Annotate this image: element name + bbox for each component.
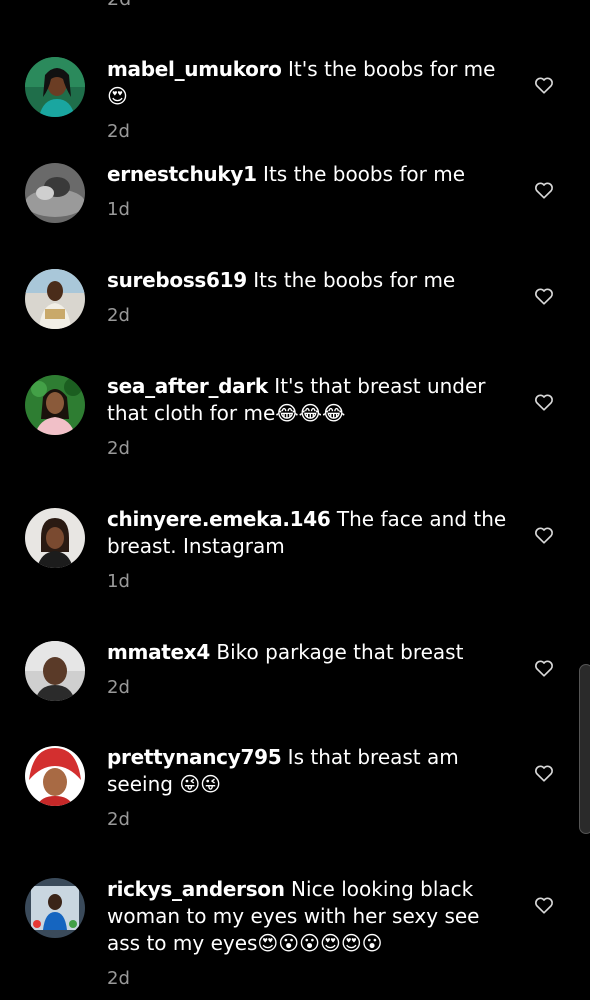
comment-time: 1d — [107, 571, 130, 592]
comment-time: 2d — [107, 677, 130, 698]
comment-text: mmatex4 Biko parkage that breast — [107, 639, 512, 666]
avatar[interactable] — [25, 375, 85, 435]
like-button[interactable] — [533, 762, 555, 784]
comment-text: chinyere.emeka.146 The face and the brea… — [107, 506, 512, 560]
comment-username[interactable]: ernestchuky1 — [107, 162, 257, 186]
like-button[interactable] — [533, 391, 555, 413]
heart-outline-icon — [535, 77, 553, 94]
like-button[interactable] — [533, 894, 555, 916]
heart-outline-icon — [535, 765, 553, 782]
comment-time: 2d — [107, 809, 130, 830]
comment-body: mmatex4 Biko parkage that breast 2d — [107, 639, 512, 699]
comment-time: 1d — [107, 199, 130, 220]
heart-outline-icon — [535, 288, 553, 305]
comment-text: rickys_anderson Nice looking black woman… — [107, 876, 512, 957]
comment-body: sureboss619 Its the boobs for me 2d — [107, 267, 512, 327]
comment-username[interactable]: sureboss619 — [107, 268, 247, 292]
like-button[interactable] — [533, 179, 555, 201]
comment-time: 2d — [107, 305, 130, 326]
heart-outline-icon — [535, 394, 553, 411]
like-button[interactable] — [533, 74, 555, 96]
like-button[interactable] — [533, 657, 555, 679]
comment-body: mabel_umukoro It's the boobs for me😍 2d — [107, 56, 512, 143]
comment-time: 2d — [107, 968, 130, 989]
comment-body: sea_after_dark It's that breast under th… — [107, 373, 512, 460]
avatar[interactable] — [25, 878, 85, 938]
avatar[interactable] — [25, 508, 85, 568]
avatar[interactable] — [25, 57, 85, 117]
comment-username[interactable]: prettynancy795 — [107, 745, 282, 769]
comment-text: prettynancy795 Is that breast am seeing … — [107, 744, 512, 798]
comment-body: prettynancy795 Is that breast am seeing … — [107, 744, 512, 831]
comment-text: ernestchuky1 Its the boobs for me — [107, 161, 512, 188]
comment-username[interactable]: chinyere.emeka.146 — [107, 507, 331, 531]
comment-body: ernestchuky1 Its the boobs for me 1d — [107, 161, 512, 221]
like-button[interactable] — [533, 524, 555, 546]
comment-message: Its the boobs for me — [246, 268, 456, 292]
heart-outline-icon — [535, 897, 553, 914]
previous-comment-time: 2d — [107, 0, 131, 10]
comment-username[interactable]: mmatex4 — [107, 640, 210, 664]
comment-username[interactable]: rickys_anderson — [107, 877, 285, 901]
avatar[interactable] — [25, 269, 85, 329]
comment-text: sea_after_dark It's that breast under th… — [107, 373, 512, 427]
comment-message: Biko parkage that breast — [210, 640, 464, 664]
comment-time: 2d — [107, 438, 130, 459]
heart-outline-icon — [535, 182, 553, 199]
scrollbar-thumb[interactable] — [579, 664, 590, 834]
comment-message: Its the boobs for me — [256, 162, 466, 186]
avatar[interactable] — [25, 163, 85, 223]
avatar[interactable] — [25, 746, 85, 806]
like-button[interactable] — [533, 285, 555, 307]
heart-outline-icon — [535, 527, 553, 544]
comment-text: mabel_umukoro It's the boobs for me😍 — [107, 56, 512, 110]
comment-text: sureboss619 Its the boobs for me — [107, 267, 512, 294]
comment-body: rickys_anderson Nice looking black woman… — [107, 876, 512, 990]
avatar[interactable] — [25, 641, 85, 701]
comment-username[interactable]: sea_after_dark — [107, 374, 268, 398]
comment-username[interactable]: mabel_umukoro — [107, 57, 282, 81]
comment-time: 2d — [107, 121, 130, 142]
heart-outline-icon — [535, 660, 553, 677]
comment-body: chinyere.emeka.146 The face and the brea… — [107, 506, 512, 593]
